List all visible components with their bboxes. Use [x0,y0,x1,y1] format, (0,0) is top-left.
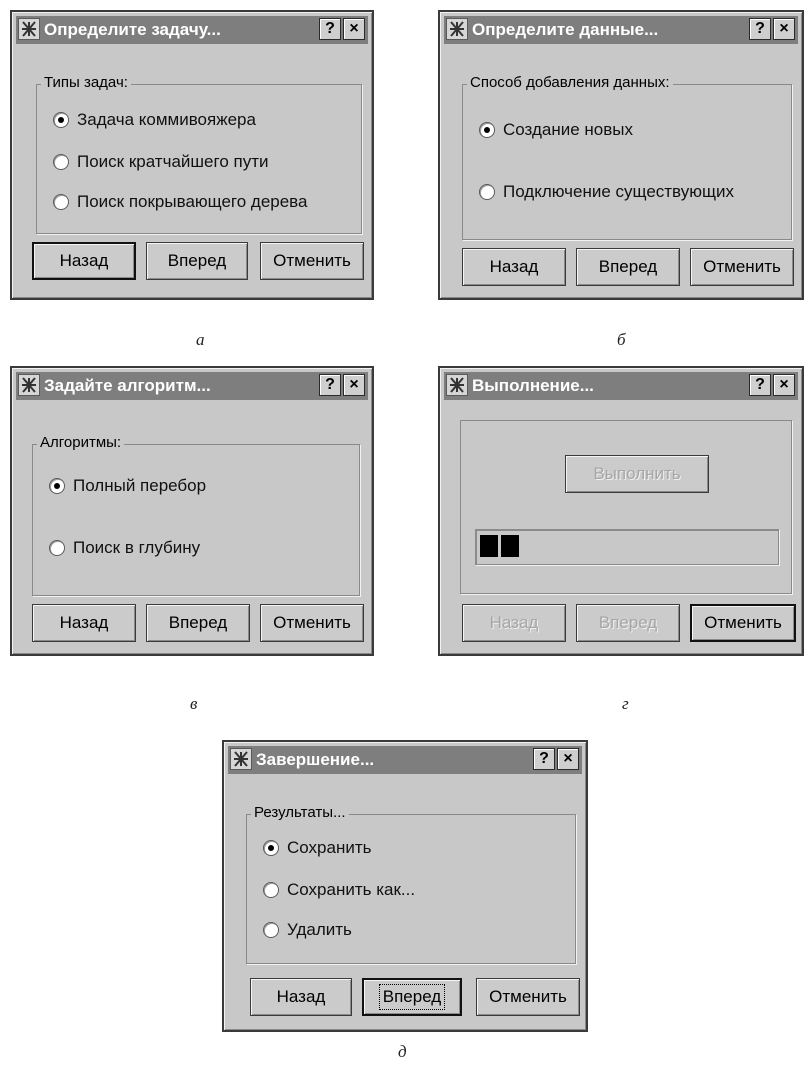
radio-button[interactable] [263,882,279,898]
dialog-define-task: Определите задачу... ? × Типы задач: Зад… [10,10,374,300]
radio-button[interactable] [263,922,279,938]
back-button[interactable]: Назад [32,604,136,642]
task-types-group: Типы задач: Задача коммивояжера Поиск кр… [36,74,362,234]
dialog-completion: Завершение... ? × Результаты... Сохранит… [222,740,588,1032]
title-bar[interactable]: Завершение... ? × [228,746,582,774]
radio-button-checked[interactable] [53,112,69,128]
radio-dot [484,127,490,133]
caption-a: а [196,330,205,349]
app-icon [230,748,252,770]
close-button[interactable]: × [343,18,365,40]
dialog-title: Задайте алгоритм... [44,376,211,395]
radio-button-checked[interactable] [263,840,279,856]
radio-label: Полный перебор [73,476,207,495]
close-button[interactable]: × [343,374,365,396]
execution-panel: Выполнить [460,420,792,594]
title-bar[interactable]: Задайте алгоритм... ? × [16,372,368,400]
radio-dot [268,845,274,851]
next-button[interactable]: Вперед [146,242,248,280]
cancel-button[interactable]: Отменить [690,248,794,286]
dialog-define-data: Определите данные... ? × Способ добавлен… [438,10,804,300]
dialog-title: Определите задачу... [44,20,221,39]
results-group: Результаты... Сохранить Сохранить как...… [246,804,576,964]
cancel-button[interactable]: Отменить [260,604,364,642]
next-button[interactable]: Вперед [576,248,680,286]
radio-label: Сохранить как... [287,880,416,899]
next-button[interactable]: Вперед [576,604,680,642]
group-title: Способ добавления данных: [467,74,673,91]
app-icon [446,18,468,40]
next-button[interactable]: Вперед [146,604,250,642]
caption-c: в [190,694,198,713]
algorithms-group: Алгоритмы: Полный перебор Поиск в глубин… [32,434,360,596]
group-title: Алгоритмы: [37,434,125,451]
radio-label: Поиск покрывающего дерева [77,192,308,211]
close-button[interactable]: × [773,374,795,396]
progress-block [480,535,498,557]
execute-button[interactable]: Выполнить [565,455,709,493]
radio-label: Подключение существующих [503,182,734,201]
close-button[interactable]: × [773,18,795,40]
back-button[interactable]: Назад [32,242,136,280]
cancel-button[interactable]: Отменить [260,242,364,280]
dialog-title: Определите данные... [472,20,659,39]
radio-dot [58,117,64,123]
radio-label: Задача коммивояжера [77,110,256,129]
caption-d: г [622,694,629,713]
next-button[interactable]: Вперед [362,978,462,1016]
help-button[interactable]: ? [319,374,341,396]
back-button[interactable]: Назад [462,248,566,286]
app-icon [18,374,40,396]
radio-button[interactable] [53,194,69,210]
app-icon [446,374,468,396]
help-button[interactable]: ? [533,748,555,770]
progress-block [501,535,519,557]
radio-dot [54,483,60,489]
close-button[interactable]: × [557,748,579,770]
dialog-set-algorithm: Задайте алгоритм... ? × Алгоритмы: Полны… [10,366,374,656]
cancel-button[interactable]: Отменить [690,604,796,642]
title-bar[interactable]: Определите данные... ? × [444,16,798,44]
radio-button-checked[interactable] [479,122,495,138]
group-title: Результаты... [251,804,349,821]
help-button[interactable]: ? [749,18,771,40]
radio-button[interactable] [479,184,495,200]
group-title: Типы задач: [41,74,131,91]
next-button-label: Вперед [378,984,446,1010]
back-button[interactable]: Назад [462,604,566,642]
radio-label: Удалить [287,920,352,939]
radio-label: Создание новых [503,120,633,139]
radio-button[interactable] [53,154,69,170]
title-bar[interactable]: Определите задачу... ? × [16,16,368,44]
radio-label: Сохранить [287,838,372,857]
dialog-title: Выполнение... [472,376,594,395]
radio-label: Поиск в глубину [73,538,201,557]
radio-label: Поиск кратчайшего пути [77,152,269,171]
help-button[interactable]: ? [319,18,341,40]
title-bar[interactable]: Выполнение... ? × [444,372,798,400]
caption-b: б [617,330,626,349]
back-button[interactable]: Назад [250,978,352,1016]
radio-button-checked[interactable] [49,478,65,494]
dialog-execution: Выполнение... ? × Выполнить Назад Вперед… [438,366,804,656]
app-icon [18,18,40,40]
help-button[interactable]: ? [749,374,771,396]
caption-e: д [398,1042,407,1061]
dialog-title: Завершение... [256,750,375,769]
cancel-button[interactable]: Отменить [476,978,580,1016]
progress-bar [475,529,779,565]
data-method-group: Способ добавления данных: Создание новых… [462,74,792,240]
radio-button[interactable] [49,540,65,556]
